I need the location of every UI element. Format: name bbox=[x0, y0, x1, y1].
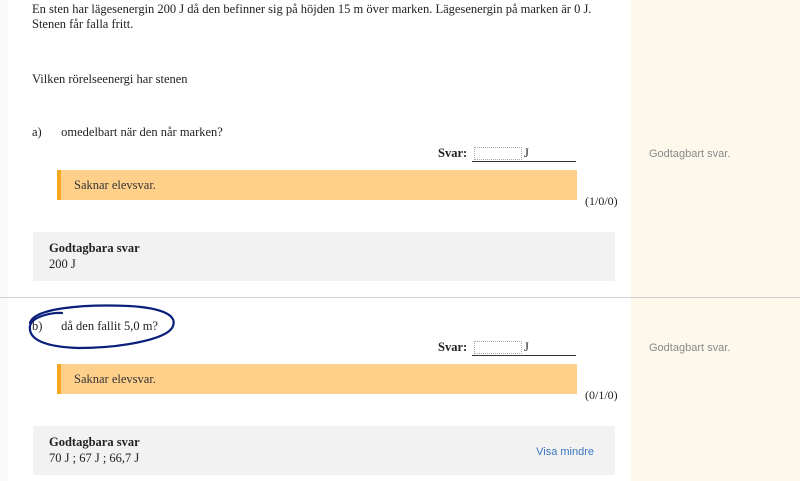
answer-input-b[interactable] bbox=[474, 341, 522, 354]
grade-status-b: Godtagbart svar. bbox=[649, 342, 731, 354]
missing-answer-alert-b: Saknar elevsvar. bbox=[57, 364, 577, 394]
accepted-title: Godtagbara svar bbox=[49, 435, 140, 449]
svar-label: Svar: bbox=[438, 340, 468, 354]
section-divider bbox=[0, 297, 800, 298]
grading-side-panel bbox=[631, 0, 800, 481]
grade-status-a: Godtagbart svar. bbox=[649, 148, 731, 160]
answer-underline bbox=[472, 355, 576, 356]
answer-underline bbox=[472, 161, 576, 162]
unit-label: J bbox=[524, 340, 529, 354]
problem-intro: En sten har lägesenergin 200 J då den be… bbox=[32, 2, 592, 31]
accepted-title: Godtagbara svar bbox=[49, 241, 140, 255]
show-less-link[interactable]: Visa mindre bbox=[536, 446, 594, 458]
missing-answer-alert-a: Saknar elevsvar. bbox=[57, 170, 577, 200]
question-text: Vilken rörelseenergi har stenen bbox=[32, 72, 188, 86]
subquestion-a: a) omedelbart när den når marken? bbox=[32, 125, 223, 140]
accepted-value: 200 J bbox=[49, 257, 76, 271]
left-edge bbox=[0, 0, 8, 481]
handwritten-circle-annotation bbox=[28, 304, 175, 350]
subquestion-letter: a) bbox=[32, 125, 42, 139]
points-b: (0/1/0) bbox=[585, 388, 618, 402]
unit-label: J bbox=[524, 146, 529, 160]
points-a: (1/0/0) bbox=[585, 194, 618, 208]
answer-input-a[interactable] bbox=[474, 147, 522, 160]
subquestion-text: omedelbart när den når marken? bbox=[61, 125, 223, 139]
accepted-answers-a: Godtagbara svar 200 J bbox=[33, 232, 615, 281]
accepted-value: 70 J ; 67 J ; 66,7 J bbox=[49, 451, 140, 465]
svar-label: Svar: bbox=[438, 146, 468, 160]
accepted-answers-b: Godtagbara svar 70 J ; 67 J ; 66,7 J Vis… bbox=[33, 426, 615, 475]
